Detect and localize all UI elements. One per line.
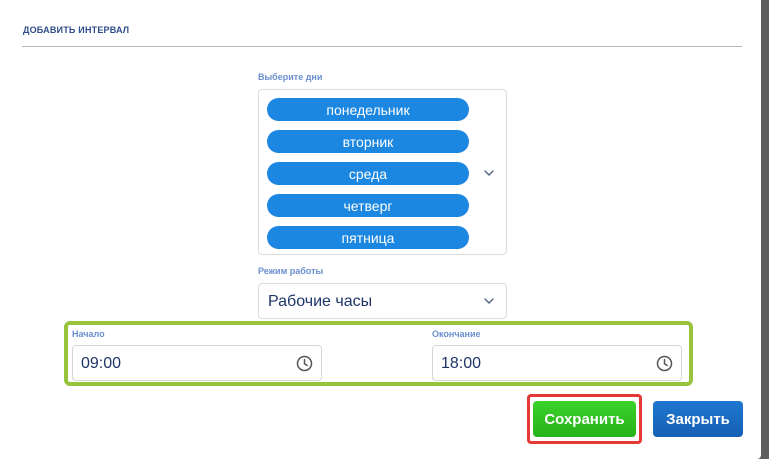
day-chip-thursday[interactable]: четверг (267, 194, 469, 217)
days-label: Выберите дни (258, 72, 323, 82)
end-time-input[interactable]: 18:00 (432, 345, 682, 381)
day-chip-friday[interactable]: пятница (267, 226, 469, 249)
chevron-down-icon[interactable] (482, 294, 496, 308)
mode-label: Режим работы (258, 266, 324, 276)
days-multiselect[interactable]: понедельник вторник среда четверг пятниц… (258, 89, 507, 255)
day-chip-monday[interactable]: понедельник (267, 98, 469, 121)
add-interval-dialog: ДОБАВИТЬ ИНТЕРВАЛ Выберите дни понедельн… (0, 0, 761, 459)
end-time-label: Окончание (432, 329, 481, 339)
dialog-title: ДОБАВИТЬ ИНТЕРВАЛ (23, 25, 130, 35)
start-time-value: 09:00 (81, 355, 122, 372)
mode-select[interactable]: Рабочие часы (258, 283, 507, 319)
start-time-input[interactable]: 09:00 (72, 345, 322, 381)
save-button[interactable]: Сохранить (533, 401, 636, 437)
day-chip-tuesday[interactable]: вторник (267, 130, 469, 153)
clock-icon[interactable] (656, 355, 673, 372)
day-chip-wednesday[interactable]: среда (267, 162, 469, 185)
clock-icon[interactable] (296, 355, 313, 372)
title-divider (22, 46, 742, 47)
end-time-value: 18:00 (441, 355, 482, 372)
mode-value: Рабочие часы (268, 293, 373, 310)
time-range-group: Начало 09:00 Окончание 18:00 (64, 321, 693, 386)
start-time-label: Начало (72, 329, 105, 339)
chevron-down-icon[interactable] (482, 166, 496, 180)
close-button[interactable]: Закрыть (653, 401, 743, 437)
